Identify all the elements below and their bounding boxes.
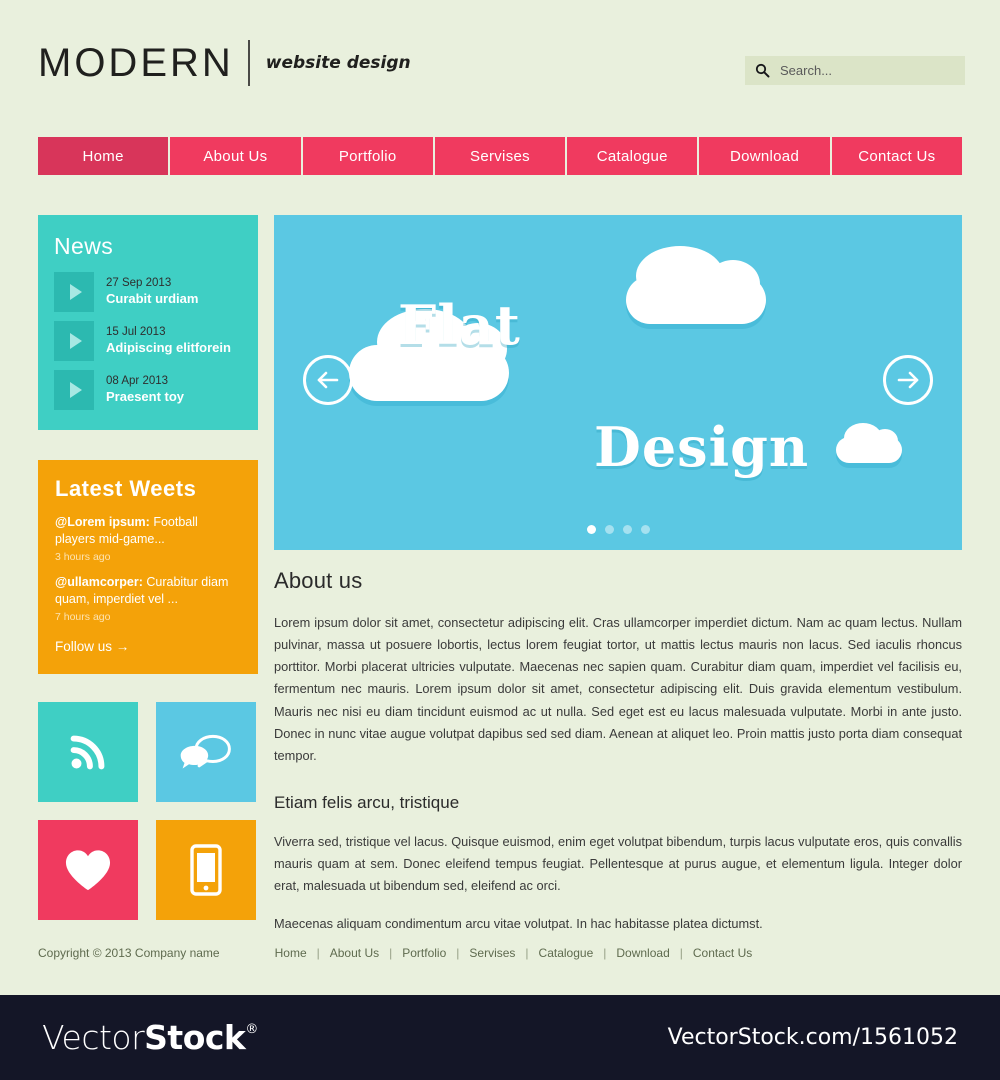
footer-link-servises[interactable]: Servises: [469, 946, 515, 960]
footer-separator: |: [316, 946, 320, 960]
tweet-item: @ullamcorper: Curabitur diam quam, imper…: [55, 574, 241, 623]
news-item-headline: Curabit urdiam: [106, 291, 199, 307]
news-widget-title: News: [54, 233, 114, 259]
hero-slider[interactable]: Flat Design: [274, 215, 962, 550]
tweet-timestamp: 3 hours ago: [55, 550, 111, 563]
tweet-username[interactable]: @ullamcorper:: [55, 575, 143, 589]
website-mockup: MODERN website design Home About Us Port…: [0, 0, 1000, 995]
news-item-date: 08 Apr 2013: [106, 375, 169, 388]
tweet-body: @ullamcorper: Curabitur diam quam, imper…: [55, 574, 241, 608]
tweet-timestamp: 7 hours ago: [55, 610, 111, 623]
rss-icon: [70, 735, 105, 769]
registered-mark: ®: [245, 1022, 258, 1037]
logo-tagline: website design: [265, 53, 411, 73]
footer-link-about-us[interactable]: About Us: [330, 946, 379, 960]
slider-dot[interactable]: [604, 525, 614, 534]
nav-item-home[interactable]: Home: [38, 137, 171, 175]
news-widget: News 27 Sep 2013 Curabit urdiam 15 Jul 2…: [38, 215, 258, 430]
nav-item-servises[interactable]: Servises: [434, 137, 568, 175]
news-play-icon[interactable]: [54, 370, 94, 410]
footer-separator: |: [456, 946, 460, 960]
footer-separator: |: [389, 946, 393, 960]
nav-item-contact-us[interactable]: Contact Us: [831, 137, 962, 175]
sidebar: News 27 Sep 2013 Curabit urdiam 15 Jul 2…: [38, 215, 258, 920]
nav-item-about-us[interactable]: About Us: [170, 137, 303, 175]
news-play-icon[interactable]: [54, 321, 94, 361]
footer-link-home[interactable]: Home: [275, 946, 307, 960]
news-play-icon[interactable]: [54, 272, 94, 312]
slider-dots: [274, 525, 962, 534]
social-tile-rss[interactable]: [38, 701, 138, 802]
logo-primary-text: MODERN: [38, 41, 234, 85]
cloud-shape: [626, 246, 766, 324]
tweet-username[interactable]: @Lorem ipsum:: [55, 515, 150, 529]
slider-dot[interactable]: [586, 525, 596, 534]
news-item-date: 27 Sep 2013: [106, 277, 172, 290]
cloud-shape: [836, 423, 902, 463]
slider-next-button[interactable]: [883, 355, 933, 405]
vectorstock-logo: Vector Stock ®: [42, 1018, 258, 1057]
slider-dot[interactable]: [640, 525, 650, 534]
hero-word-flat: Flat: [398, 293, 521, 357]
footer-link-contact-us[interactable]: Contact Us: [693, 946, 752, 960]
chat-icon: [180, 734, 231, 768]
site-header: MODERN website design: [0, 0, 1000, 120]
main-column: Flat Design About us Lorem ipsum dolor s…: [274, 215, 962, 951]
arrow-right-icon: [897, 371, 919, 389]
main-navigation: Home About Us Portfolio Servises Catalog…: [38, 137, 962, 175]
footer-separator: |: [603, 946, 607, 960]
nav-item-catalogue[interactable]: Catalogue: [567, 137, 700, 175]
footer-link-download[interactable]: Download: [616, 946, 669, 960]
follow-us-link[interactable]: Follow us →: [55, 639, 241, 654]
news-item[interactable]: 15 Jul 2013 Adipiscing elitforein: [54, 321, 242, 361]
hero-word-design: Design: [594, 415, 810, 479]
vectorstock-logo-light: Vector: [42, 1018, 145, 1057]
social-tile-chat[interactable]: [156, 701, 256, 802]
footer-separator: |: [525, 946, 529, 960]
slider-dot[interactable]: [622, 525, 632, 534]
vectorstock-watermark: Vector Stock ® VectorStock.com/1561052: [0, 995, 1000, 1080]
logo-divider: [247, 40, 250, 86]
nav-item-download[interactable]: Download: [699, 137, 832, 175]
slider-prev-button[interactable]: [303, 355, 353, 405]
footer-link-catalogue[interactable]: Catalogue: [539, 946, 594, 960]
footer-separator: |: [679, 946, 683, 960]
nav-item-portfolio[interactable]: Portfolio: [302, 137, 435, 175]
news-item-headline: Praesent toy: [106, 389, 185, 405]
about-article: About us Lorem ipsum dolor sit amet, con…: [274, 568, 962, 935]
tweet-body: @Lorem ipsum: Football players mid-game.…: [55, 514, 241, 548]
tweets-widget-title: Latest Weets: [55, 476, 197, 501]
article-paragraph: Maecenas aliquam condimentum arcu vitae …: [274, 916, 763, 932]
social-tiles: [38, 701, 258, 920]
tweets-widget: Latest Weets @Lorem ipsum: Football play…: [38, 460, 258, 674]
search-input[interactable]: [778, 62, 955, 79]
social-tile-mobile[interactable]: [156, 819, 256, 920]
site-logo[interactable]: MODERN website design: [38, 40, 411, 86]
search-icon: [755, 63, 770, 78]
copyright-text: Copyright © 2013 Company name: [38, 946, 220, 960]
tweet-item: @Lorem ipsum: Football players mid-game.…: [55, 514, 241, 563]
arrow-left-icon: [317, 371, 339, 389]
article-subheading: Etiam felis arcu, tristique: [274, 792, 460, 812]
vectorstock-logo-bold: Stock: [144, 1018, 246, 1057]
page-title: About us: [274, 568, 363, 593]
news-item[interactable]: 08 Apr 2013 Praesent toy: [54, 370, 242, 410]
footer-navigation: Home | About Us | Portfolio | Servises |…: [275, 946, 753, 960]
search-box[interactable]: [745, 56, 965, 85]
news-item-date: 15 Jul 2013: [106, 326, 166, 339]
news-item-headline: Adipiscing elitforein: [106, 340, 231, 356]
vectorstock-url: VectorStock.com/1561052: [667, 1025, 958, 1050]
article-paragraph: Viverra sed, tristique vel lacus. Quisqu…: [274, 833, 962, 894]
footer-link-portfolio[interactable]: Portfolio: [402, 946, 446, 960]
heart-icon: [65, 849, 111, 890]
social-tile-like[interactable]: [38, 819, 138, 920]
news-item[interactable]: 27 Sep 2013 Curabit urdiam: [54, 272, 242, 312]
article-paragraph: Lorem ipsum dolor sit amet, consectetur …: [274, 615, 962, 763]
site-footer: Copyright © 2013 Company name Home | Abo…: [38, 946, 962, 960]
mobile-icon: [190, 843, 222, 896]
